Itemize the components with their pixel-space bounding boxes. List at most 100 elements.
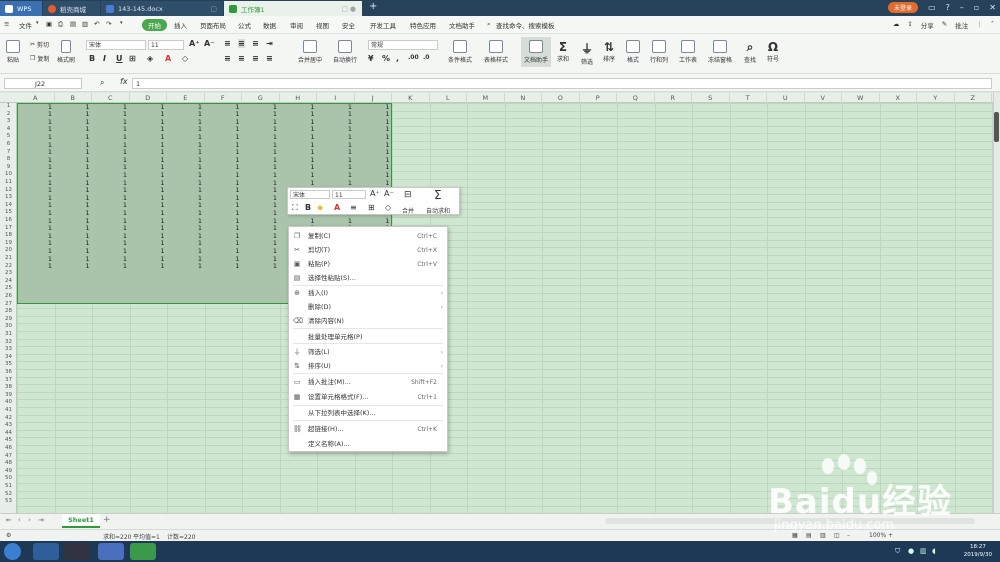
- print-icon[interactable]: ⎙: [58, 20, 63, 29]
- column-header[interactable]: H: [280, 93, 317, 103]
- menu-formulas[interactable]: 公式: [238, 20, 251, 30]
- tray-volume-icon[interactable]: ◖: [932, 547, 936, 555]
- column-header[interactable]: Y: [917, 93, 955, 103]
- align-right-icon[interactable]: ≡: [252, 54, 259, 63]
- tray-network-icon[interactable]: ▥: [920, 547, 927, 555]
- tab-document[interactable]: 143-145.docx ▢: [101, 1, 223, 16]
- vertical-scrollbar[interactable]: [993, 93, 1000, 513]
- spreadsheet-grid[interactable]: ABCDEFGHIJKLMNOPQRSTUVWXYZ 1 2 3 4 5 6 7 8 9 10 11…: [0, 93, 993, 513]
- column-header[interactable]: N: [505, 93, 542, 103]
- merge-center-button[interactable]: 合并居中: [298, 40, 322, 64]
- mini-clear-icon[interactable]: ◇: [385, 203, 391, 212]
- row-header[interactable]: 3: [0, 118, 17, 126]
- row-header[interactable]: 38: [0, 384, 17, 392]
- row-header[interactable]: 20: [0, 247, 17, 255]
- column-header[interactable]: W: [842, 93, 880, 103]
- tab-window-icon[interactable]: ▢: [341, 5, 348, 13]
- row-header[interactable]: 47: [0, 453, 17, 461]
- clear-format-icon[interactable]: ◇: [182, 54, 188, 63]
- row-header[interactable]: 49: [0, 468, 17, 476]
- freeze-panes-button[interactable]: 冻结窗格: [708, 40, 732, 64]
- menu-start[interactable]: 开始: [142, 19, 167, 31]
- grow-font-icon[interactable]: A⁺: [370, 189, 380, 198]
- mini-border-icon[interactable]: ⊞: [368, 203, 375, 212]
- menu-file[interactable]: 文件: [19, 20, 32, 30]
- column-header[interactable]: U: [767, 93, 805, 103]
- app-icon[interactable]: [64, 543, 90, 560]
- row-header[interactable]: 39: [0, 392, 17, 400]
- sort-button[interactable]: ⇅ 排序: [603, 40, 615, 63]
- tab-wps[interactable]: WPS: [0, 1, 42, 16]
- add-sheet-button[interactable]: +: [103, 515, 111, 525]
- row-header[interactable]: 50: [0, 475, 17, 483]
- mini-autosum-button[interactable]: 自动求和: [426, 206, 450, 215]
- shrink-font-icon[interactable]: A⁻: [204, 39, 214, 48]
- row-header[interactable]: 30: [0, 323, 17, 331]
- context-menu-item[interactable]: ⛓ 超链接(H)... Ctrl+K: [289, 423, 447, 436]
- row-header[interactable]: 10: [0, 171, 17, 179]
- comment-button[interactable]: 批注: [955, 20, 968, 30]
- find-button[interactable]: ⌕ 查找: [744, 40, 756, 64]
- more-icon[interactable]: ▾: [120, 20, 123, 26]
- mini-font-size[interactable]: 11: [332, 190, 366, 199]
- row-header[interactable]: 34: [0, 354, 17, 362]
- context-menu-item[interactable]: ❐ 复制(C) Ctrl+C: [289, 230, 447, 243]
- align-bottom-icon[interactable]: ≡: [252, 39, 259, 48]
- mini-bold-button[interactable]: B: [305, 203, 311, 212]
- row-header[interactable]: 32: [0, 339, 17, 347]
- row-header[interactable]: 48: [0, 460, 17, 468]
- align-middle-icon[interactable]: ≡: [238, 39, 245, 48]
- context-menu-item[interactable]: ▭ 插入批注(M)... Shift+F2: [289, 376, 447, 389]
- row-header[interactable]: 35: [0, 361, 17, 369]
- increase-decimal-icon[interactable]: .00: [408, 54, 419, 61]
- symbol-button[interactable]: Ω 符号: [767, 40, 779, 63]
- column-header[interactable]: S: [692, 93, 730, 103]
- font-size-select[interactable]: 11: [148, 40, 184, 50]
- zoom-cell-icon[interactable]: ⌕: [100, 78, 104, 88]
- command-search[interactable]: 查找命令、搜索模板: [496, 20, 555, 30]
- skin-icon[interactable]: ▭: [928, 3, 936, 12]
- row-header[interactable]: 17: [0, 225, 17, 233]
- column-header[interactable]: B: [55, 93, 92, 103]
- row-header[interactable]: 44: [0, 430, 17, 438]
- context-menu-item[interactable]: 删除(D) ›: [289, 301, 447, 314]
- print-preview-icon[interactable]: ▤: [70, 20, 76, 28]
- border-icon[interactable]: ⊞: [129, 54, 136, 63]
- menu-features[interactable]: 特色应用: [410, 20, 436, 30]
- mini-font-color-icon[interactable]: A: [334, 203, 340, 212]
- ie-browser-icon[interactable]: [33, 543, 59, 560]
- close-icon[interactable]: ✕: [989, 3, 996, 12]
- menu-view[interactable]: 视图: [316, 20, 329, 30]
- menu-security[interactable]: 安全: [342, 20, 355, 30]
- row-header[interactable]: 36: [0, 369, 17, 377]
- row-header[interactable]: 5: [0, 133, 17, 141]
- row-col-button[interactable]: 行和列: [650, 40, 668, 64]
- format-button[interactable]: 格式: [626, 40, 640, 64]
- context-menu-item[interactable]: ✂ 剪切(T) Ctrl+X: [289, 244, 447, 257]
- underline-button[interactable]: U: [116, 54, 123, 63]
- tray-wechat-icon[interactable]: ●: [908, 547, 914, 555]
- context-menu-item[interactable]: ⌫ 清除内容(N): [289, 315, 447, 328]
- mini-align-icon[interactable]: ≡: [350, 203, 357, 212]
- row-header[interactable]: 29: [0, 316, 17, 324]
- collapse-ribbon-icon[interactable]: ˄: [991, 20, 994, 30]
- row-header[interactable]: 6: [0, 141, 17, 149]
- tab-close-icon[interactable]: ▢: [210, 5, 217, 13]
- tray-shield-icon[interactable]: ⛉: [895, 547, 900, 556]
- menu-review[interactable]: 审阅: [290, 20, 303, 30]
- font-color-icon[interactable]: A: [165, 54, 171, 63]
- row-header[interactable]: 23: [0, 270, 17, 278]
- row-header[interactable]: 15: [0, 209, 17, 217]
- cloud-icon[interactable]: ☁: [893, 20, 900, 30]
- fill-color-icon[interactable]: ◈: [147, 54, 153, 63]
- context-menu-item[interactable]: 定义名称(A)...: [289, 438, 447, 451]
- format-painter-button[interactable]: 格式刷: [57, 40, 75, 64]
- cell[interactable]: 1: [92, 262, 127, 270]
- cell[interactable]: 1: [167, 262, 202, 270]
- menu-data[interactable]: 数据: [263, 20, 276, 30]
- row-header[interactable]: 27: [0, 301, 17, 309]
- mini-font-name[interactable]: 宋体: [290, 190, 330, 199]
- column-header[interactable]: F: [205, 93, 242, 103]
- row-header[interactable]: 12: [0, 187, 17, 195]
- chevron-down-icon[interactable]: ▾: [36, 20, 39, 26]
